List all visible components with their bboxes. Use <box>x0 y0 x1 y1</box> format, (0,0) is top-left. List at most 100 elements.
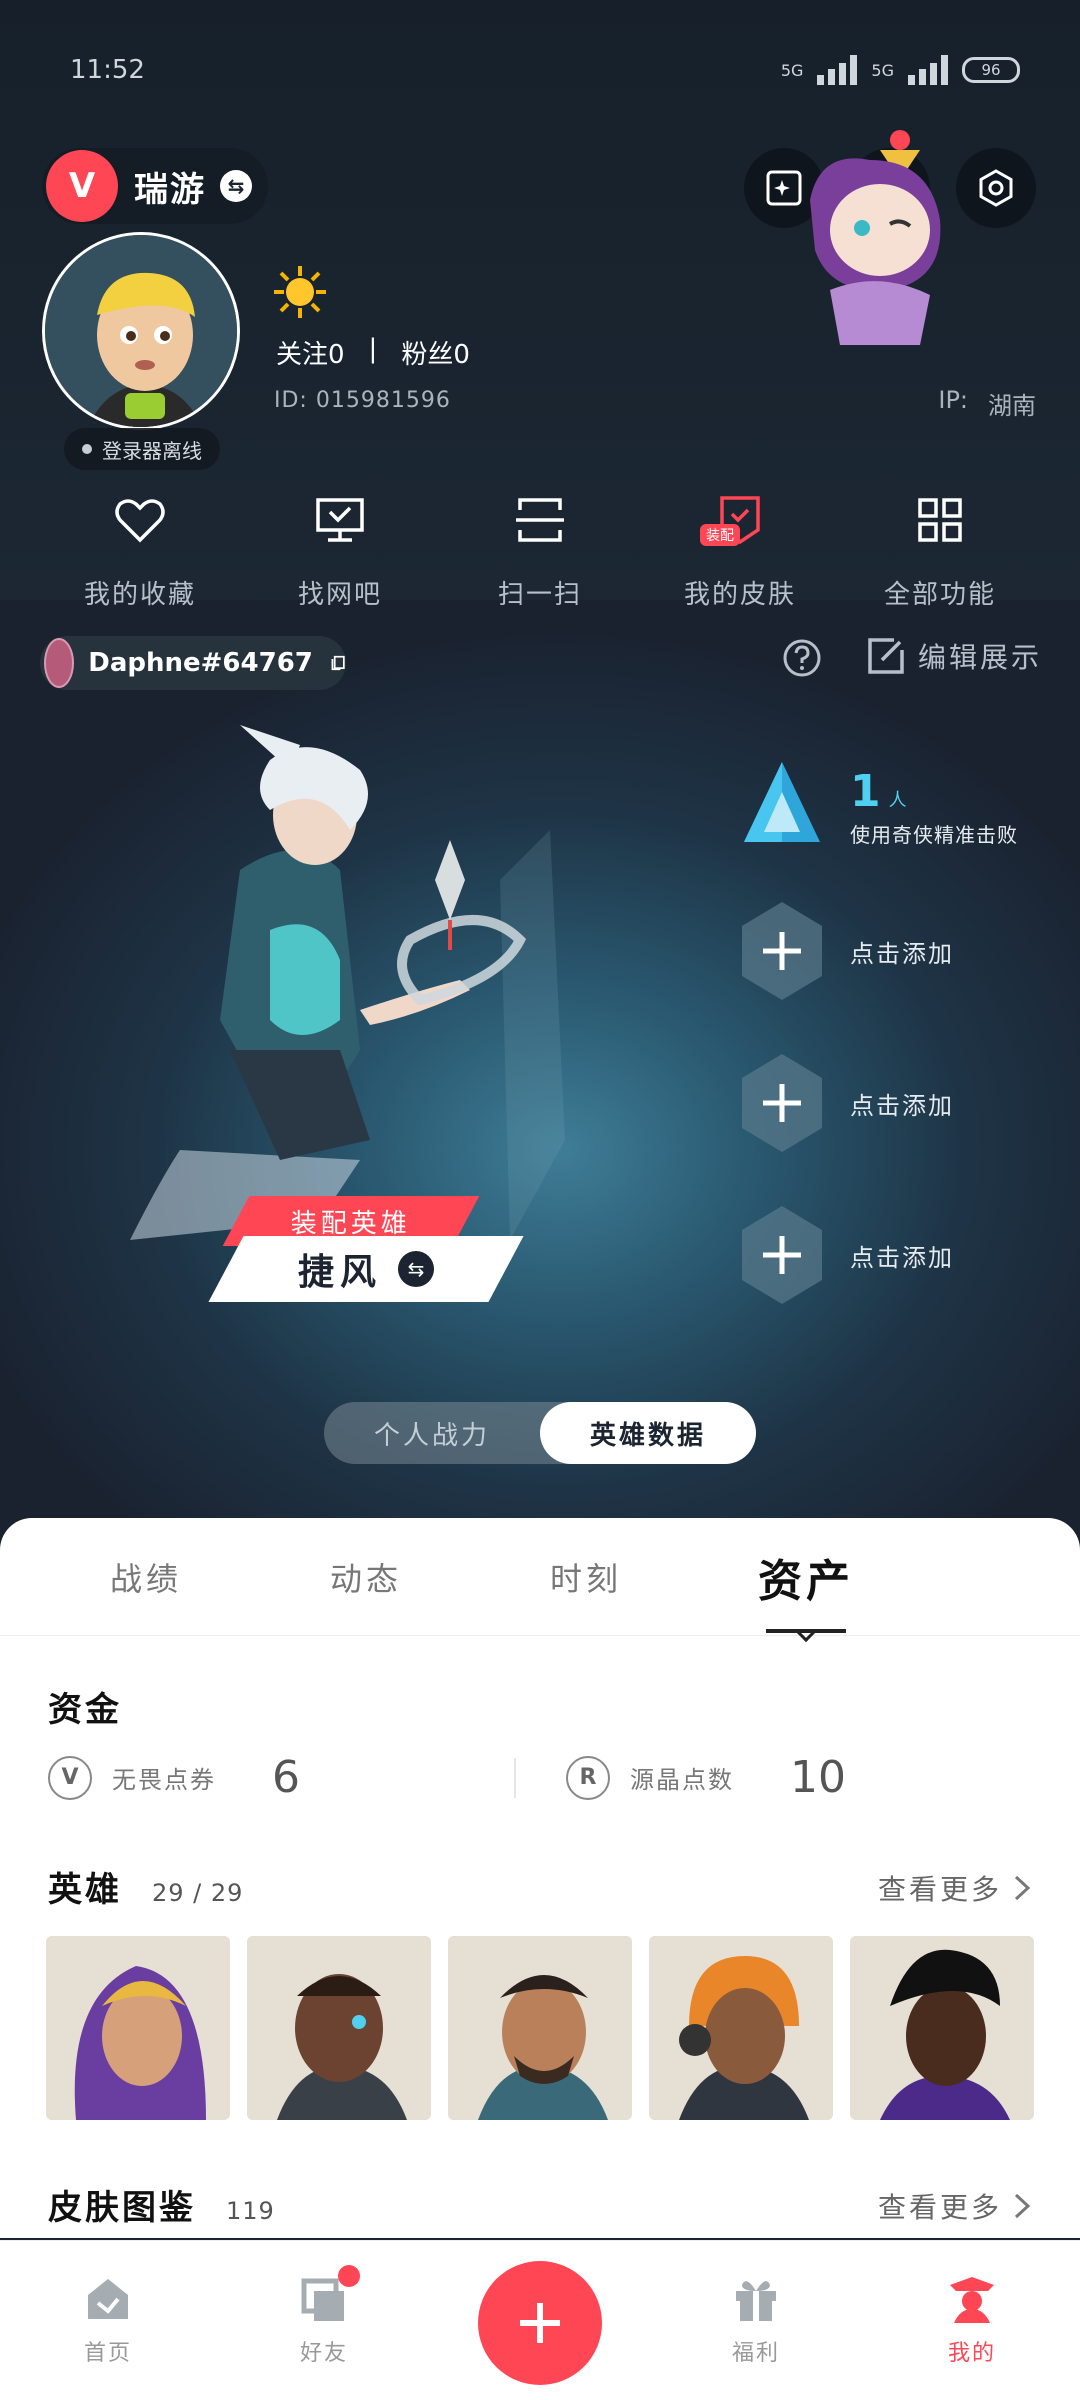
nav-label: 好友 <box>299 2341 348 2366</box>
add-hexagon-icon <box>742 1206 822 1304</box>
fund-valorant-points[interactable]: V 无畏点券 6 <box>48 1752 514 1803</box>
id-label: ID: <box>274 388 308 413</box>
tab-assets[interactable]: 资产 <box>696 1545 916 1609</box>
radianite-points-icon: R <box>566 1755 610 1800</box>
tab-record[interactable]: 战绩 <box>36 1554 256 1600</box>
gift-icon <box>736 2281 776 2321</box>
equip-badge: 装配 <box>700 524 740 546</box>
tab-feed[interactable]: 动态 <box>256 1554 476 1600</box>
swap-agent-icon[interactable]: ⇆ <box>398 1251 434 1287</box>
status-dot-icon <box>82 444 92 454</box>
scan-icon <box>516 498 564 542</box>
ip-location: IP: 湖南 <box>938 386 1036 421</box>
help-icon[interactable] <box>782 638 822 678</box>
follow-stats[interactable]: 关注0 | 粉丝0 <box>276 334 470 371</box>
riot-account-pill[interactable]: Daphne#64767 <box>40 636 346 690</box>
add-slot[interactable]: 点击添加 <box>734 1048 954 1158</box>
agents-title: 英雄 29 / 29 <box>48 1862 243 1911</box>
agent-card[interactable] <box>850 1936 1034 2120</box>
plus-icon <box>520 2303 560 2343</box>
nav-friends[interactable]: 好友 <box>224 2265 424 2367</box>
achievement-slot[interactable]: 1人 使用奇侠精准击败 <box>734 752 1018 862</box>
funds-title: 资金 <box>48 1690 122 1730</box>
quick-action-internet-cafe[interactable]: 找网吧 <box>240 490 440 611</box>
id-value: 015981596 <box>315 388 451 413</box>
edit-display-label: 编辑展示 <box>918 641 1043 674</box>
add-slot[interactable]: 点击添加 <box>734 896 954 1006</box>
nav-benefits[interactable]: 福利 <box>656 2271 856 2367</box>
status-bar: 11:52 5G 5G 96 <box>70 50 1020 90</box>
agent-card[interactable] <box>649 1936 833 2120</box>
ip-value: 湖南 <box>988 392 1036 420</box>
data-view-toggle: 个人战力 英雄数据 <box>324 1402 756 1464</box>
monitor-icon <box>316 498 364 542</box>
more-label: 查看更多 <box>877 2191 1002 2224</box>
network-label-2: 5G <box>871 60 894 80</box>
agents-more-link[interactable]: 查看更多 <box>878 1868 1032 1908</box>
valorant-logo-icon: V <box>46 150 118 222</box>
agent-portrait <box>850 1936 1034 2120</box>
funds-row: V 无畏点券 6 R 源晶点数 10 <box>48 1752 1032 1803</box>
bottom-nav: 首页 好友 福利 我的 <box>0 2240 1080 2400</box>
skins-title-text: 皮肤图鉴 <box>48 2188 196 2228</box>
me-icon <box>950 2277 994 2323</box>
achievement-unit: 人 <box>888 790 909 811</box>
follow-count[interactable]: 关注0 <box>276 334 345 371</box>
add-slot[interactable]: 点击添加 <box>734 1200 954 1310</box>
avatar-image <box>45 235 237 427</box>
quick-action-label: 我的收藏 <box>83 580 196 610</box>
quick-action-favorites[interactable]: 我的收藏 <box>40 490 240 611</box>
mascot-sticker[interactable] <box>770 120 970 350</box>
agent-portrait <box>46 1936 230 2120</box>
nav-home[interactable]: 首页 <box>8 2271 208 2367</box>
user-avatar[interactable] <box>42 232 240 430</box>
equipped-agent-label-text: 装配英雄 <box>290 1208 411 1239</box>
clock: 11:52 <box>70 55 145 85</box>
skins-title: 皮肤图鉴 119 <box>48 2180 275 2229</box>
fans-count[interactable]: 粉丝0 <box>401 334 470 371</box>
ip-label: IP: <box>938 386 968 414</box>
profile-content-sheet: 战绩 动态 时刻 资产 资金 V 无畏点券 6 R 源晶点数 10 英雄 29 /… <box>0 1518 1080 2238</box>
sun-emoji-icon <box>274 266 326 318</box>
quick-action-label: 扫一扫 <box>497 580 582 610</box>
agent-card[interactable] <box>448 1936 632 2120</box>
edit-display-button[interactable]: 编辑展示 <box>866 636 1042 676</box>
fund-value: 10 <box>790 1752 846 1803</box>
nav-create[interactable] <box>440 2261 640 2385</box>
agent-data-tab[interactable]: 英雄数据 <box>540 1402 756 1464</box>
agent-name: 捷风 <box>297 1252 382 1293</box>
achievement-info: 1人 使用奇侠精准击败 <box>850 766 1018 848</box>
profile-tabs: 战绩 动态 时刻 资产 <box>0 1518 1080 1636</box>
skins-count: 119 <box>226 2197 275 2225</box>
add-slot-label: 点击添加 <box>850 1091 954 1120</box>
create-post-button[interactable] <box>478 2261 602 2385</box>
valorant-points-icon: V <box>48 1755 92 1800</box>
agent-portrait <box>448 1936 632 2120</box>
personal-power-tab[interactable]: 个人战力 <box>324 1402 540 1464</box>
home-icon <box>88 2279 128 2319</box>
nav-me[interactable]: 我的 <box>872 2271 1072 2367</box>
agent-name-tag[interactable]: 捷风 ⇆ <box>208 1236 524 1302</box>
quick-action-skins[interactable]: 装配 我的皮肤 <box>640 490 840 611</box>
more-label: 查看更多 <box>877 1873 1002 1906</box>
add-hexagon-icon <box>742 902 822 1000</box>
add-slot-label: 点击添加 <box>850 1243 954 1272</box>
fund-radianite-points[interactable]: R 源晶点数 10 <box>566 1752 1032 1803</box>
agent-card[interactable] <box>247 1936 431 2120</box>
chevron-right-icon <box>1014 1875 1031 1901</box>
swap-icon: ⇆ <box>220 170 252 202</box>
quick-action-scan[interactable]: 扫一扫 <box>440 490 640 611</box>
game-switcher[interactable]: V 瑞游 ⇆ <box>42 148 268 224</box>
add-hexagon-icon <box>742 1054 822 1152</box>
quick-action-all-features[interactable]: 全部功能 <box>840 490 1040 611</box>
skins-more-link[interactable]: 查看更多 <box>878 2186 1032 2226</box>
agent-card[interactable] <box>46 1936 230 2120</box>
add-slot-label: 点击添加 <box>850 939 954 968</box>
tab-moments[interactable]: 时刻 <box>476 1554 696 1600</box>
riot-avatar <box>44 638 75 688</box>
copy-icon[interactable] <box>329 648 346 678</box>
fund-label: 源晶点数 <box>630 1766 734 1794</box>
agent-portrait <box>247 1936 431 2120</box>
edit-icon <box>868 638 904 674</box>
chevron-right-icon <box>1014 2193 1031 2219</box>
